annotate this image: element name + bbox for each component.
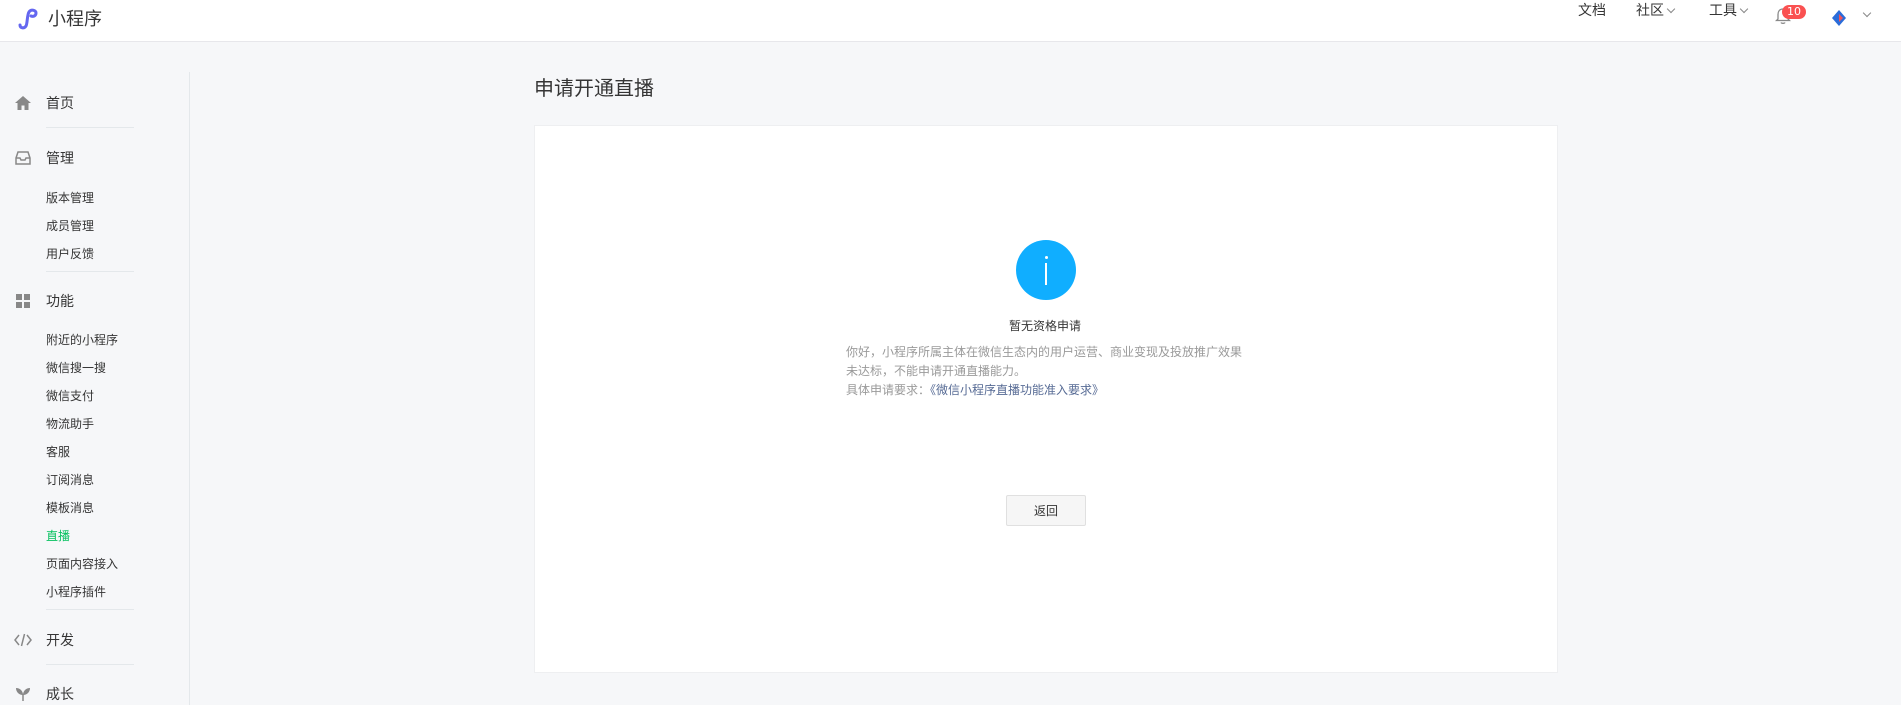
sidebar-item-feedback[interactable]: 用户反馈 xyxy=(46,245,94,262)
logo[interactable]: 小程序 xyxy=(14,4,102,32)
divider xyxy=(46,609,134,610)
sidebar-item-plugin[interactable]: 小程序插件 xyxy=(46,583,106,600)
inbox-icon xyxy=(15,151,31,165)
nav-community[interactable]: 社区 xyxy=(1636,0,1676,20)
sidebar-item-subscribe[interactable]: 订阅消息 xyxy=(46,471,94,488)
top-bar: 小程序 文档 社区 工具 10 xyxy=(0,0,1901,42)
sidebar-item-template[interactable]: 模板消息 xyxy=(46,499,94,516)
sidebar-item-nearby[interactable]: 附近的小程序 xyxy=(46,331,118,348)
nav-community-label: 社区 xyxy=(1636,3,1664,19)
miniprogram-logo-icon xyxy=(18,8,38,30)
nav-tools[interactable]: 工具 xyxy=(1709,0,1749,20)
sidebar-item-develop[interactable]: 开发 xyxy=(14,630,74,650)
sidebar-item-label: 管理 xyxy=(46,151,74,167)
sidebar-item-label: 成长 xyxy=(46,687,74,703)
info-icon-bar xyxy=(1045,263,1047,285)
sidebar-item-members[interactable]: 成员管理 xyxy=(46,217,94,234)
sidebar-item-label: 首页 xyxy=(46,96,74,112)
sidebar-item-pay[interactable]: 微信支付 xyxy=(46,387,94,404)
chevron-down-icon xyxy=(1739,4,1749,13)
status-description: 你好，小程序所属主体在微信生态内的用户运营、商业变现及投放推广效果未达标，不能申… xyxy=(846,345,1243,378)
sidebar-item-growth[interactable]: 成长 xyxy=(14,684,74,704)
sidebar-item-logistics[interactable]: 物流助手 xyxy=(46,415,94,432)
nav-tools-label: 工具 xyxy=(1709,3,1737,19)
nav-docs[interactable]: 文档 xyxy=(1578,0,1606,20)
sidebar-item-service[interactable]: 客服 xyxy=(46,443,70,460)
sidebar-item-label: 开发 xyxy=(46,633,74,649)
divider xyxy=(46,664,134,665)
code-icon xyxy=(14,633,32,647)
home-icon xyxy=(15,96,31,110)
grid-icon xyxy=(16,294,30,308)
sidebar-item-manage[interactable]: 管理 xyxy=(14,148,74,168)
sidebar-item-label: 功能 xyxy=(46,294,74,310)
info-icon-dot xyxy=(1045,256,1048,259)
divider xyxy=(46,271,134,272)
notification-badge: 10 xyxy=(1782,5,1806,19)
sidebar-item-live[interactable]: 直播 xyxy=(46,527,70,544)
avatar[interactable] xyxy=(1830,9,1848,27)
info-icon xyxy=(1016,240,1076,300)
app-name: 小程序 xyxy=(48,9,102,30)
sidebar-item-version[interactable]: 版本管理 xyxy=(46,189,94,206)
sidebar-item-home[interactable]: 首页 xyxy=(14,93,74,113)
requirement-link[interactable]: 《微信小程序直播功能准入要求》 xyxy=(930,383,1104,397)
requirement-label: 具体申请要求： xyxy=(846,383,931,397)
sidebar-item-content[interactable]: 页面内容接入 xyxy=(46,555,118,572)
requirement-line: 具体申请要求：《微信小程序直播功能准入要求》 xyxy=(846,381,1104,400)
divider xyxy=(46,127,134,128)
page-title: 申请开通直播 xyxy=(534,76,654,100)
sidebar-item-features[interactable]: 功能 xyxy=(14,291,74,311)
chevron-down-icon[interactable] xyxy=(1862,8,1872,18)
status-title: 暂无资格申请 xyxy=(1009,319,1082,333)
back-button[interactable]: 返回 xyxy=(1006,495,1086,526)
sprout-icon xyxy=(16,688,30,701)
sidebar: 首页 管理 版本管理 成员管理 用户反馈 功能 附近的小程序 微信搜一搜 微信支… xyxy=(0,72,190,705)
chevron-down-icon xyxy=(1666,4,1676,13)
sidebar-item-search[interactable]: 微信搜一搜 xyxy=(46,359,106,376)
